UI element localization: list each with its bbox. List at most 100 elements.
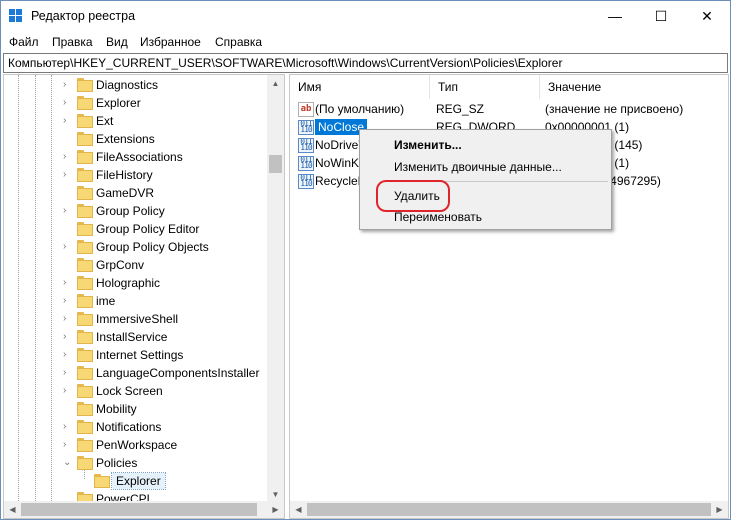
tree-item[interactable]: › Notifications xyxy=(4,418,270,436)
chevron-right-icon xyxy=(63,186,73,200)
tree-item[interactable]: › Diagnostics xyxy=(4,76,270,94)
tree-item[interactable]: › Group Policy Objects xyxy=(4,238,270,256)
chevron-right-icon[interactable]: › xyxy=(63,204,73,218)
tree-item[interactable]: › LanguageComponentsInstaller xyxy=(4,364,270,382)
title-bar[interactable]: Редактор реестра — ☐ ✕ xyxy=(1,1,730,31)
folder-icon xyxy=(77,438,93,452)
tree-item[interactable]: › ime xyxy=(4,292,270,310)
folder-icon xyxy=(77,150,93,164)
menu-favorites[interactable]: Избранное xyxy=(140,35,201,49)
tree-item[interactable]: ⌄ Policies xyxy=(4,454,270,472)
tree-item[interactable]: GameDVR xyxy=(4,184,270,202)
scroll-right-arrow-icon[interactable]: ▶ xyxy=(711,501,728,518)
string-value-icon: ab xyxy=(298,102,314,117)
tree-pane: › Diagnostics › Explorer › Ext Extensions › File… xyxy=(3,74,285,519)
tree-item[interactable]: GrpConv xyxy=(4,256,270,274)
tree-item[interactable]: Group Policy Editor xyxy=(4,220,270,238)
chevron-down-icon[interactable]: ⌄ xyxy=(63,456,73,470)
registry-value-row[interactable]: ab (По умолчанию) REG_SZ (значение не присв… xyxy=(290,100,728,118)
tree-item-label: Group Policy Editor xyxy=(96,222,200,236)
tree-item[interactable]: › Lock Screen xyxy=(4,382,270,400)
tree-item-label: Lock Screen xyxy=(96,384,163,398)
values-hscroll-thumb[interactable] xyxy=(307,503,711,516)
tree-vertical-scrollbar[interactable]: ▲ ▼ xyxy=(267,75,284,503)
binary-value-icon: 011 110 xyxy=(298,120,314,135)
tree-item[interactable]: › InstallService xyxy=(4,328,270,346)
tree-horizontal-scrollbar[interactable]: ◀ ▶ xyxy=(4,501,284,518)
menu-view[interactable]: Вид xyxy=(106,35,128,49)
chevron-right-icon[interactable]: › xyxy=(63,276,73,290)
binary-value-icon: 011 110 xyxy=(298,138,314,153)
close-button[interactable]: ✕ xyxy=(684,1,730,31)
chevron-right-icon[interactable]: › xyxy=(63,294,73,308)
chevron-right-icon[interactable]: › xyxy=(63,168,73,182)
tree-item-label: Holographic xyxy=(96,276,161,290)
tree-item[interactable]: › Ext xyxy=(4,112,270,130)
tree-item[interactable]: › ImmersiveShell xyxy=(4,310,270,328)
tree-item-label: LanguageComponentsInstaller xyxy=(96,366,260,380)
delete-highlight-ring xyxy=(376,180,450,212)
tree-item[interactable]: › FileAssociations xyxy=(4,148,270,166)
folder-icon xyxy=(94,474,110,488)
chevron-right-icon[interactable]: › xyxy=(63,114,73,128)
chevron-right-icon[interactable]: › xyxy=(63,366,73,380)
scroll-left-arrow-icon[interactable]: ◀ xyxy=(4,501,21,518)
tree-item[interactable]: Explorer xyxy=(4,472,270,490)
tree-item[interactable]: › PenWorkspace xyxy=(4,436,270,454)
tree-item-label: GameDVR xyxy=(96,186,155,200)
chevron-right-icon[interactable]: › xyxy=(63,96,73,110)
scroll-right-arrow-icon[interactable]: ▶ xyxy=(267,501,284,518)
tree-item-label: Ext xyxy=(96,114,114,128)
menu-edit[interactable]: Правка xyxy=(52,35,93,49)
chevron-right-icon[interactable]: › xyxy=(63,240,73,254)
chevron-right-icon xyxy=(63,402,73,416)
chevron-right-icon[interactable]: › xyxy=(63,384,73,398)
scroll-up-arrow-icon[interactable]: ▲ xyxy=(267,75,284,92)
values-horizontal-scrollbar[interactable]: ◀ ▶ xyxy=(290,501,728,518)
tree-item[interactable]: › FileHistory xyxy=(4,166,270,184)
chevron-right-icon[interactable]: › xyxy=(63,330,73,344)
menu-bar: Файл Правка Вид Избранное Справка xyxy=(1,31,730,52)
tree-item-label: FileAssociations xyxy=(96,150,183,164)
folder-icon xyxy=(77,222,93,236)
tree-item[interactable]: Extensions xyxy=(4,130,270,148)
maximize-button[interactable]: ☐ xyxy=(638,1,684,31)
context-menu-modify-binary[interactable]: Изменить двоичные данные... xyxy=(360,156,611,178)
scroll-left-arrow-icon[interactable]: ◀ xyxy=(290,501,307,518)
tree-item[interactable]: › Group Policy xyxy=(4,202,270,220)
chevron-right-icon[interactable]: › xyxy=(63,438,73,452)
column-header-type[interactable]: Тип xyxy=(430,75,540,99)
chevron-right-icon[interactable]: › xyxy=(63,78,73,92)
menu-file[interactable]: Файл xyxy=(9,35,39,49)
folder-icon xyxy=(77,312,93,326)
tree-item[interactable]: › Holographic xyxy=(4,274,270,292)
folder-icon xyxy=(77,204,93,218)
minimize-button[interactable]: — xyxy=(592,1,638,31)
column-header-value[interactable]: Значение xyxy=(540,75,728,99)
menu-help[interactable]: Справка xyxy=(215,35,262,49)
chevron-right-icon[interactable]: › xyxy=(63,420,73,434)
address-bar[interactable]: Компьютер\HKEY_CURRENT_USER\SOFTWARE\Mic… xyxy=(3,53,728,73)
context-menu-modify[interactable]: Изменить... xyxy=(360,134,611,156)
tree-item[interactable]: Mobility xyxy=(4,400,270,418)
chevron-right-icon[interactable]: › xyxy=(63,150,73,164)
tree-item[interactable]: › Explorer xyxy=(4,94,270,112)
tree-item[interactable]: › Internet Settings xyxy=(4,346,270,364)
chevron-right-icon[interactable]: › xyxy=(63,348,73,362)
tree-item-label: Group Policy xyxy=(96,204,165,218)
tree-item-label: FileHistory xyxy=(96,168,153,182)
tree-item-label: Policies xyxy=(96,456,138,470)
folder-icon xyxy=(77,96,93,110)
tree-item-label: Extensions xyxy=(96,132,155,146)
folder-icon xyxy=(77,384,93,398)
window-title: Редактор реестра xyxy=(31,9,136,23)
column-header-name[interactable]: Имя xyxy=(290,75,430,99)
tree-item-label: Notifications xyxy=(96,420,162,434)
binary-value-icon: 011 110 xyxy=(298,156,314,171)
chevron-right-icon[interactable]: › xyxy=(63,312,73,326)
tree-vscroll-thumb[interactable] xyxy=(269,155,282,173)
chevron-right-icon xyxy=(80,474,90,488)
folder-icon xyxy=(77,276,93,290)
folder-icon xyxy=(77,366,93,380)
tree-hscroll-thumb[interactable] xyxy=(21,503,257,516)
